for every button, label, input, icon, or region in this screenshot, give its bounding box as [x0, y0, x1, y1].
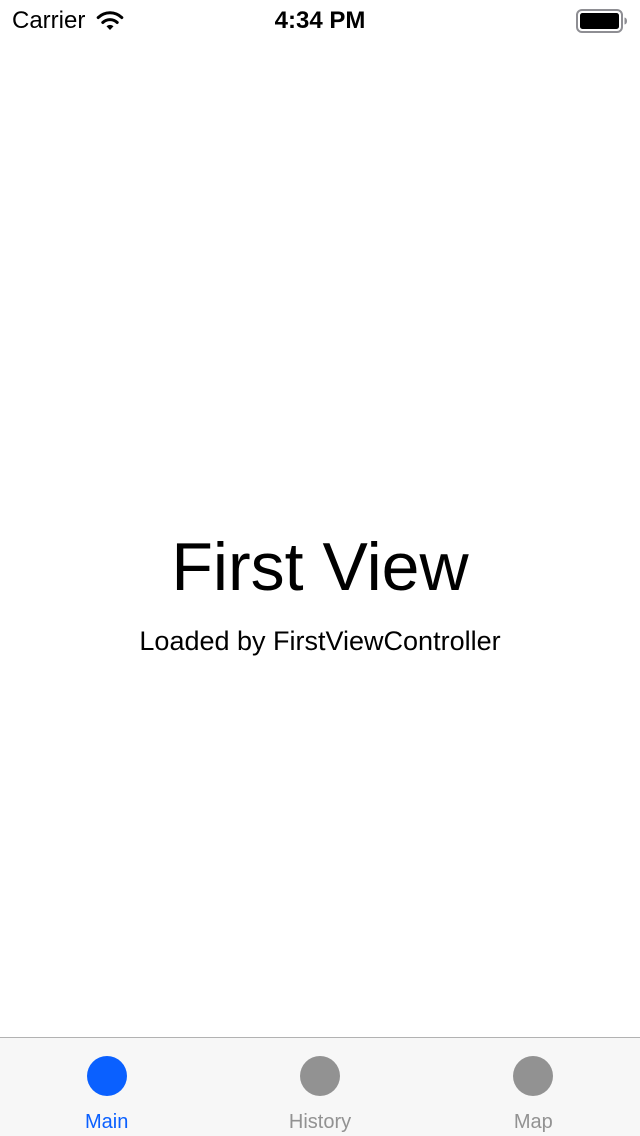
- circle-icon: [513, 1056, 554, 1096]
- tab-label: History: [288, 1111, 352, 1133]
- tab-bar: Main History Map: [0, 1037, 640, 1136]
- page-subtitle: Loaded by FirstViewController: [139, 626, 501, 656]
- tab-main[interactable]: Main: [0, 1038, 213, 1136]
- tab-label: Main: [84, 1111, 129, 1133]
- circle-icon: [86, 1056, 127, 1096]
- circle-icon: [299, 1056, 340, 1096]
- main-content: First View Loaded by FirstViewController: [0, 40, 640, 1037]
- tab-map[interactable]: Map: [427, 1038, 640, 1136]
- status-bar: Carrier 4:34 PM: [0, 0, 640, 40]
- battery-icon: [576, 9, 627, 33]
- tab-history[interactable]: History: [213, 1038, 426, 1136]
- status-time: 4:34 PM: [274, 7, 366, 34]
- app-screen: Carrier 4:34 PM First View Loaded by Fir…: [0, 0, 640, 1136]
- tab-label: Map: [513, 1111, 553, 1133]
- page-title: First View: [171, 529, 469, 605]
